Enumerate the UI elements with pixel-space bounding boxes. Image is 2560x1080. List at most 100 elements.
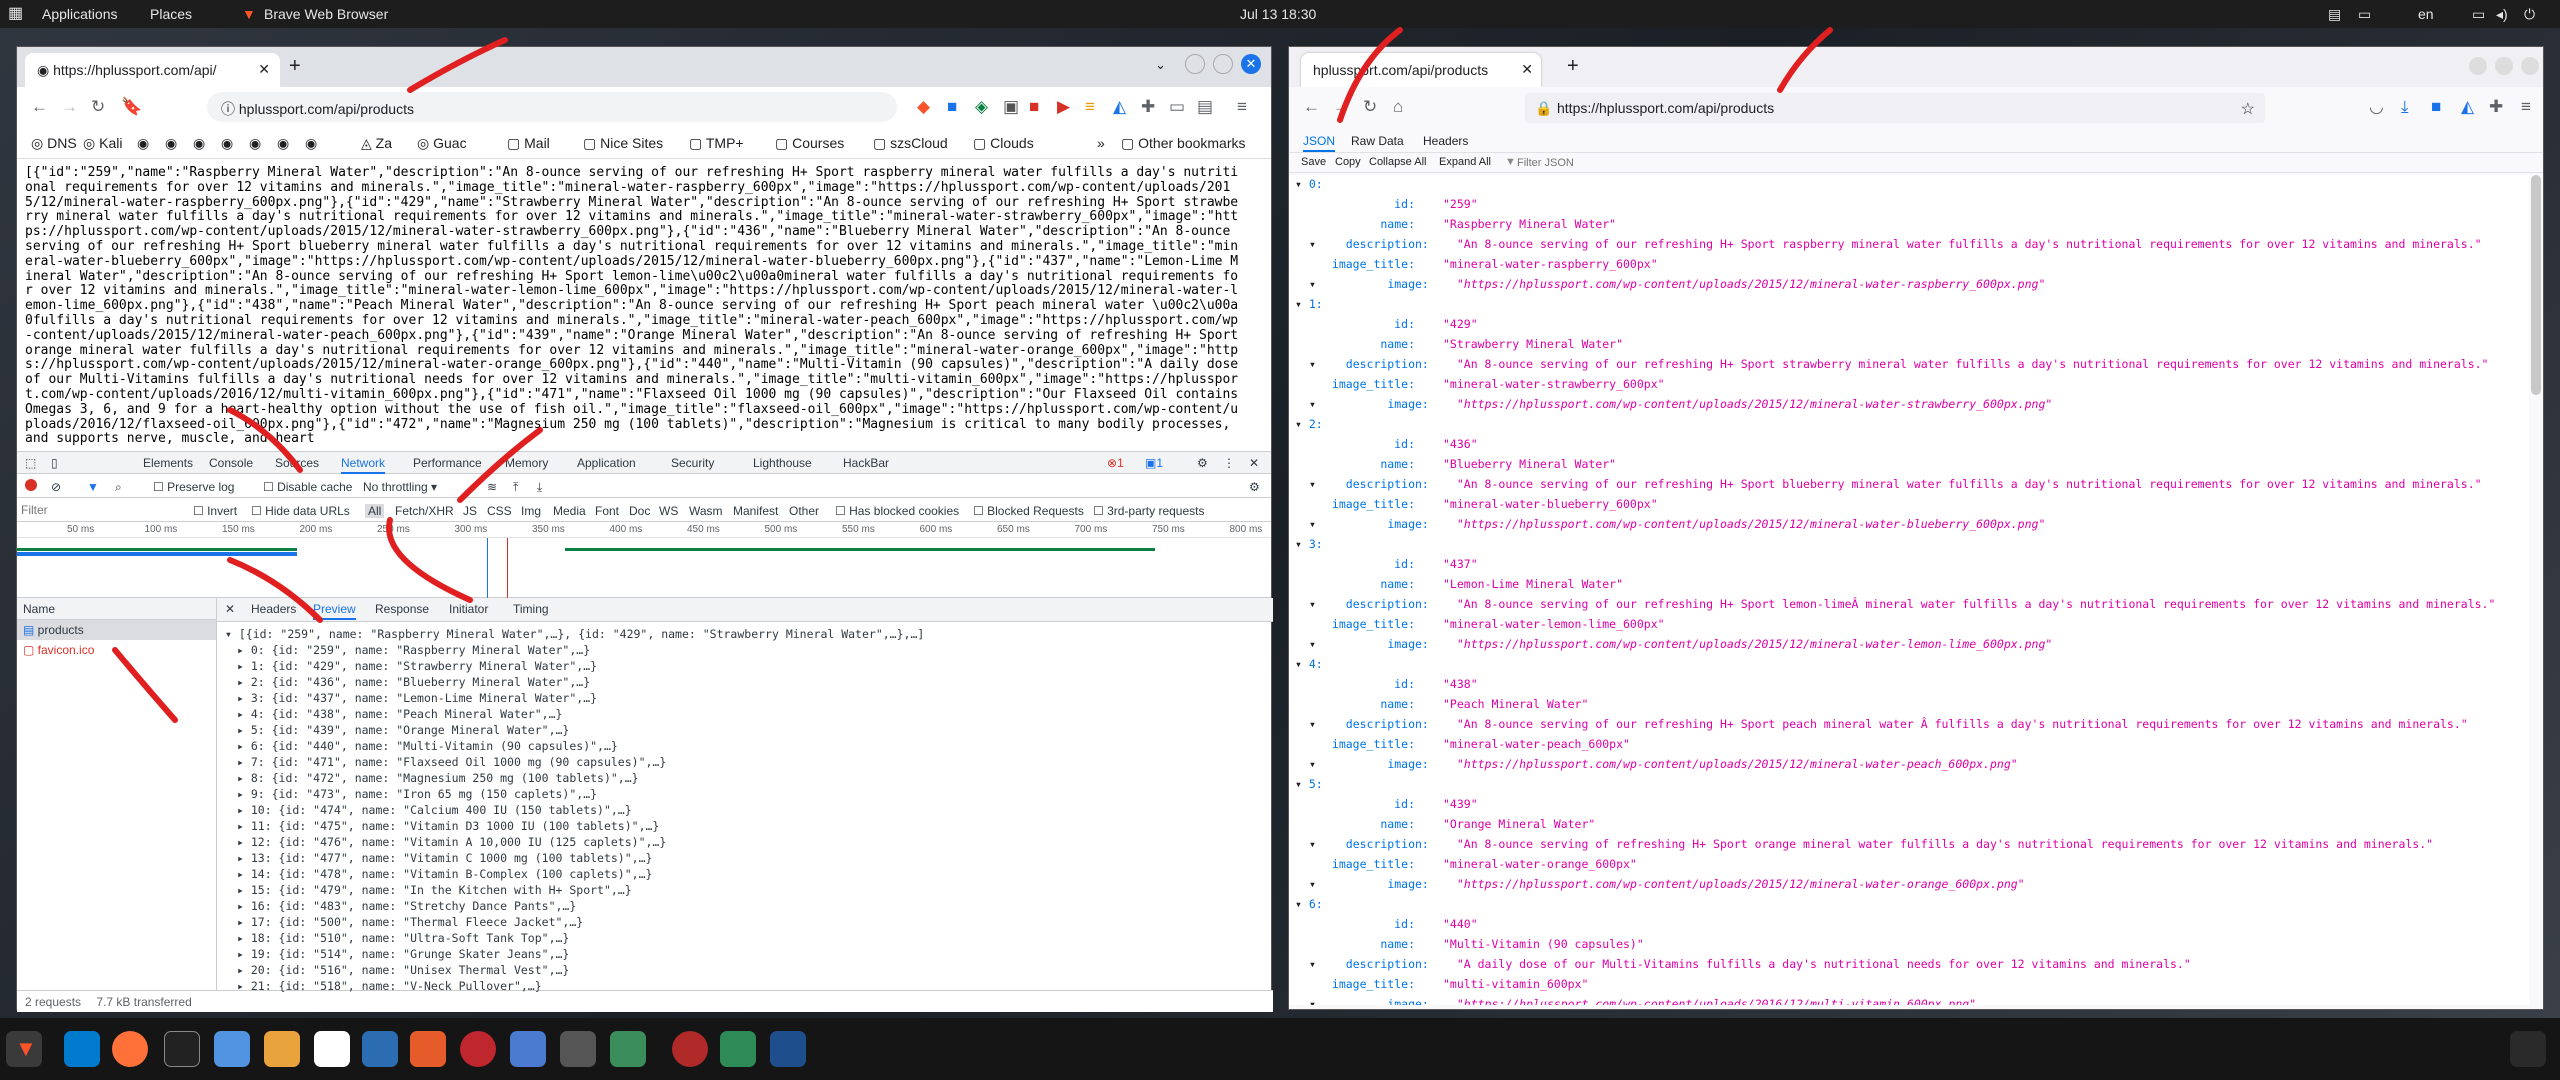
home-icon[interactable]: ⌂ <box>1393 97 1403 117</box>
preview-row[interactable]: ▸ 5: {id: "439", name: "Orange Mineral W… <box>225 722 924 738</box>
extension-icon[interactable]: ▣ <box>1003 97 1019 117</box>
forward-icon[interactable]: → <box>61 97 78 117</box>
bookmark-kali[interactable]: ◎ Kali <box>83 135 122 152</box>
viewer-tab-raw-data[interactable]: Raw Data <box>1351 134 1404 148</box>
preview-row[interactable]: ▸ 17: {id: "500", name: "Thermal Fleece … <box>225 914 924 930</box>
json-item-row[interactable]: ▾ 5: <box>1295 777 1323 797</box>
expand-arrow-icon[interactable]: ▸ <box>237 867 251 881</box>
applications-menu[interactable]: Applications <box>42 6 118 22</box>
bookmark-za[interactable]: ◬ Za <box>361 135 392 152</box>
expand-arrow-icon[interactable]: ▸ <box>237 803 251 817</box>
preview-row[interactable]: ▸ 6: {id: "440", name: "Multi-Vitamin (9… <box>225 738 924 754</box>
browser-tab[interactable]: ◉ https://hplussport.com/api/ ✕ <box>25 53 280 87</box>
throttling-select[interactable]: No throttling ▾ <box>363 480 437 494</box>
metasploit-taskbar-icon[interactable] <box>362 1031 398 1067</box>
export-har-icon[interactable]: ⤓ <box>537 480 542 495</box>
app-grid-taskbar-icon[interactable] <box>2510 1031 2546 1067</box>
menu-icon[interactable]: ≡ <box>2521 97 2531 117</box>
bookmark-szscloud[interactable]: ▢ szsCloud <box>873 135 948 152</box>
expand-arrow-icon[interactable]: ▾ <box>1295 177 1309 191</box>
preview-row[interactable]: ▸ 1: {id: "429", name: "Strawberry Miner… <box>225 658 924 674</box>
collapse-all-button[interactable]: Collapse All <box>1369 156 1426 168</box>
json-field-row[interactable]: ▾ image: "https://hplussport.com/wp-conte… <box>1309 997 2519 1005</box>
tab-memory[interactable]: Memory <box>505 456 548 470</box>
close-detail-icon[interactable]: ✕ <box>225 602 235 616</box>
bookmark-guac[interactable]: ◎ Guac <box>417 135 467 152</box>
json-item-row[interactable]: ▾ 6: <box>1295 897 1323 917</box>
expand-arrow-icon[interactable]: ▸ <box>237 819 251 833</box>
import-har-icon[interactable]: ⤒ <box>513 480 518 495</box>
shield-extension-icon[interactable]: ◈ <box>975 97 988 117</box>
expand-arrow-icon[interactable]: ▸ <box>237 659 251 673</box>
preview-row[interactable]: ▸ 15: {id: "479", name: "In the Kitchen … <box>225 882 924 898</box>
json-field-row[interactable]: name: "Lemon-Lime Mineral Water" <box>1309 577 2519 597</box>
tab-lighthouse[interactable]: Lighthouse <box>753 456 812 470</box>
device-toolbar-icon[interactable]: ▯ <box>51 456 58 470</box>
type-filter-wasm[interactable]: Wasm <box>689 504 723 518</box>
expand-arrow-icon[interactable]: ▸ <box>237 947 251 961</box>
expand-arrow-icon[interactable]: ▸ <box>237 899 251 913</box>
preview-row[interactable]: ▸ 18: {id: "510", name: "Ultra-Soft Tank… <box>225 930 924 946</box>
type-filter-fetch-xhr[interactable]: Fetch/XHR <box>395 504 454 518</box>
json-field-row[interactable]: name: "Blueberry Mineral Water" <box>1309 457 2519 477</box>
terminal-taskbar-icon[interactable] <box>164 1031 200 1067</box>
type-filter-css[interactable]: CSS <box>487 504 512 518</box>
video-extension-icon[interactable]: ▶ <box>1057 97 1070 117</box>
bitwarden-icon[interactable]: ■ <box>2431 97 2441 117</box>
language-indicator[interactable]: en <box>2418 6 2434 22</box>
type-filter-font[interactable]: Font <box>595 504 619 518</box>
more-bookmarks-icon[interactable]: » <box>1097 135 1105 151</box>
json-field-row[interactable]: ▾ description: "An 8-ounce serving of our… <box>1309 477 2519 497</box>
expand-arrow-icon[interactable]: ▸ <box>237 787 251 801</box>
places-menu[interactable]: Places <box>150 6 192 22</box>
expand-arrow-icon[interactable]: ▸ <box>237 643 251 657</box>
preview-row[interactable]: ▸ 10: {id: "474", name: "Calcium 400 IU … <box>225 802 924 818</box>
json-field-row[interactable]: ▾ image: "https://hplussport.com/wp-conte… <box>1309 517 2519 537</box>
expand-arrow-icon[interactable]: ▸ <box>237 883 251 897</box>
bookmark-icon-5[interactable]: ◉ <box>249 135 261 152</box>
bookmark-icon-6[interactable]: ◉ <box>277 135 289 152</box>
expand-arrow-icon[interactable]: ▾ <box>1295 657 1309 671</box>
cherrytree-taskbar-icon[interactable] <box>460 1031 496 1067</box>
name-column-header[interactable]: Name <box>17 598 216 620</box>
burp-taskbar-icon[interactable] <box>410 1031 446 1067</box>
tab-performance[interactable]: Performance <box>413 456 482 470</box>
app-grid-icon[interactable]: ▦ <box>8 3 23 23</box>
json-field-row[interactable]: name: "Multi-Vitamin (90 capsules)" <box>1309 937 2519 957</box>
preserve-log-checkbox[interactable]: ☐ Preserve log <box>153 480 234 494</box>
clear-icon[interactable]: ⊘ <box>51 480 61 494</box>
settings-gear-icon[interactable]: ⚙ <box>1197 456 1208 470</box>
close-window-button[interactable]: ✕ <box>1241 54 1261 74</box>
bookmark-icon-3[interactable]: ◉ <box>193 135 205 152</box>
json-field-row[interactable]: ▾ description: "An 8-ounce serving of ref… <box>1309 837 2519 857</box>
wappalyzer-icon[interactable]: ◭ <box>2461 97 2474 117</box>
preview-row[interactable]: ▸ 12: {id: "476", name: "Vitamin A 10,00… <box>225 834 924 850</box>
volume-icon[interactable]: ◂) <box>2496 6 2508 23</box>
scrollbar-thumb[interactable] <box>2531 175 2541 395</box>
expand-arrow-icon[interactable]: ▸ <box>237 835 251 849</box>
tool-taskbar-icon[interactable] <box>560 1031 596 1067</box>
json-field-row[interactable]: ▾ description: "An 8-ounce serving of our… <box>1309 237 2519 257</box>
preview-row[interactable]: ▸ 21: {id: "518", name: "V-Neck Pullover… <box>225 978 924 994</box>
expand-arrow-icon[interactable]: ▸ <box>237 707 251 721</box>
firefox-address-bar[interactable]: 🔒 https://hplussport.com/api/products ☆ <box>1525 93 2265 123</box>
folder-taskbar-icon[interactable] <box>264 1031 300 1067</box>
error-count-badge[interactable]: ⊗1 <box>1107 456 1124 470</box>
address-bar[interactable]: ⓘ hplussport.com/api/products <box>207 92 897 122</box>
extensions-puzzle-icon[interactable]: ✚ <box>1141 97 1155 117</box>
expand-arrow-icon[interactable]: ▸ <box>237 771 251 785</box>
bookmark-dns[interactable]: ◎ DNS <box>31 135 77 152</box>
json-field-row[interactable]: ▾ image: "https://hplussport.com/wp-conte… <box>1309 877 2519 897</box>
bookmark-mail[interactable]: ▢ Mail <box>507 135 550 152</box>
brave-shields-icon[interactable]: ◆ <box>917 97 930 117</box>
request-row-favicon[interactable]: ▢ favicon.ico <box>17 640 216 660</box>
back-icon[interactable]: ← <box>1303 97 1320 117</box>
json-field-row[interactable]: image_title: "mineral-water-lemon-lime_60… <box>1309 617 2519 637</box>
bitwarden-icon[interactable]: ■ <box>947 97 957 117</box>
json-item-row[interactable]: ▾ 3: <box>1295 537 1323 557</box>
preview-root-row[interactable]: ▾ [{id: "259", name: "Raspberry Mineral … <box>225 626 924 642</box>
detail-tab-headers[interactable]: Headers <box>251 602 296 616</box>
json-field-row[interactable]: image_title: "multi-vitamin_600px" <box>1309 977 2519 997</box>
firefox-taskbar-icon[interactable] <box>112 1031 148 1067</box>
puzzle-taskbar-icon[interactable] <box>720 1031 756 1067</box>
